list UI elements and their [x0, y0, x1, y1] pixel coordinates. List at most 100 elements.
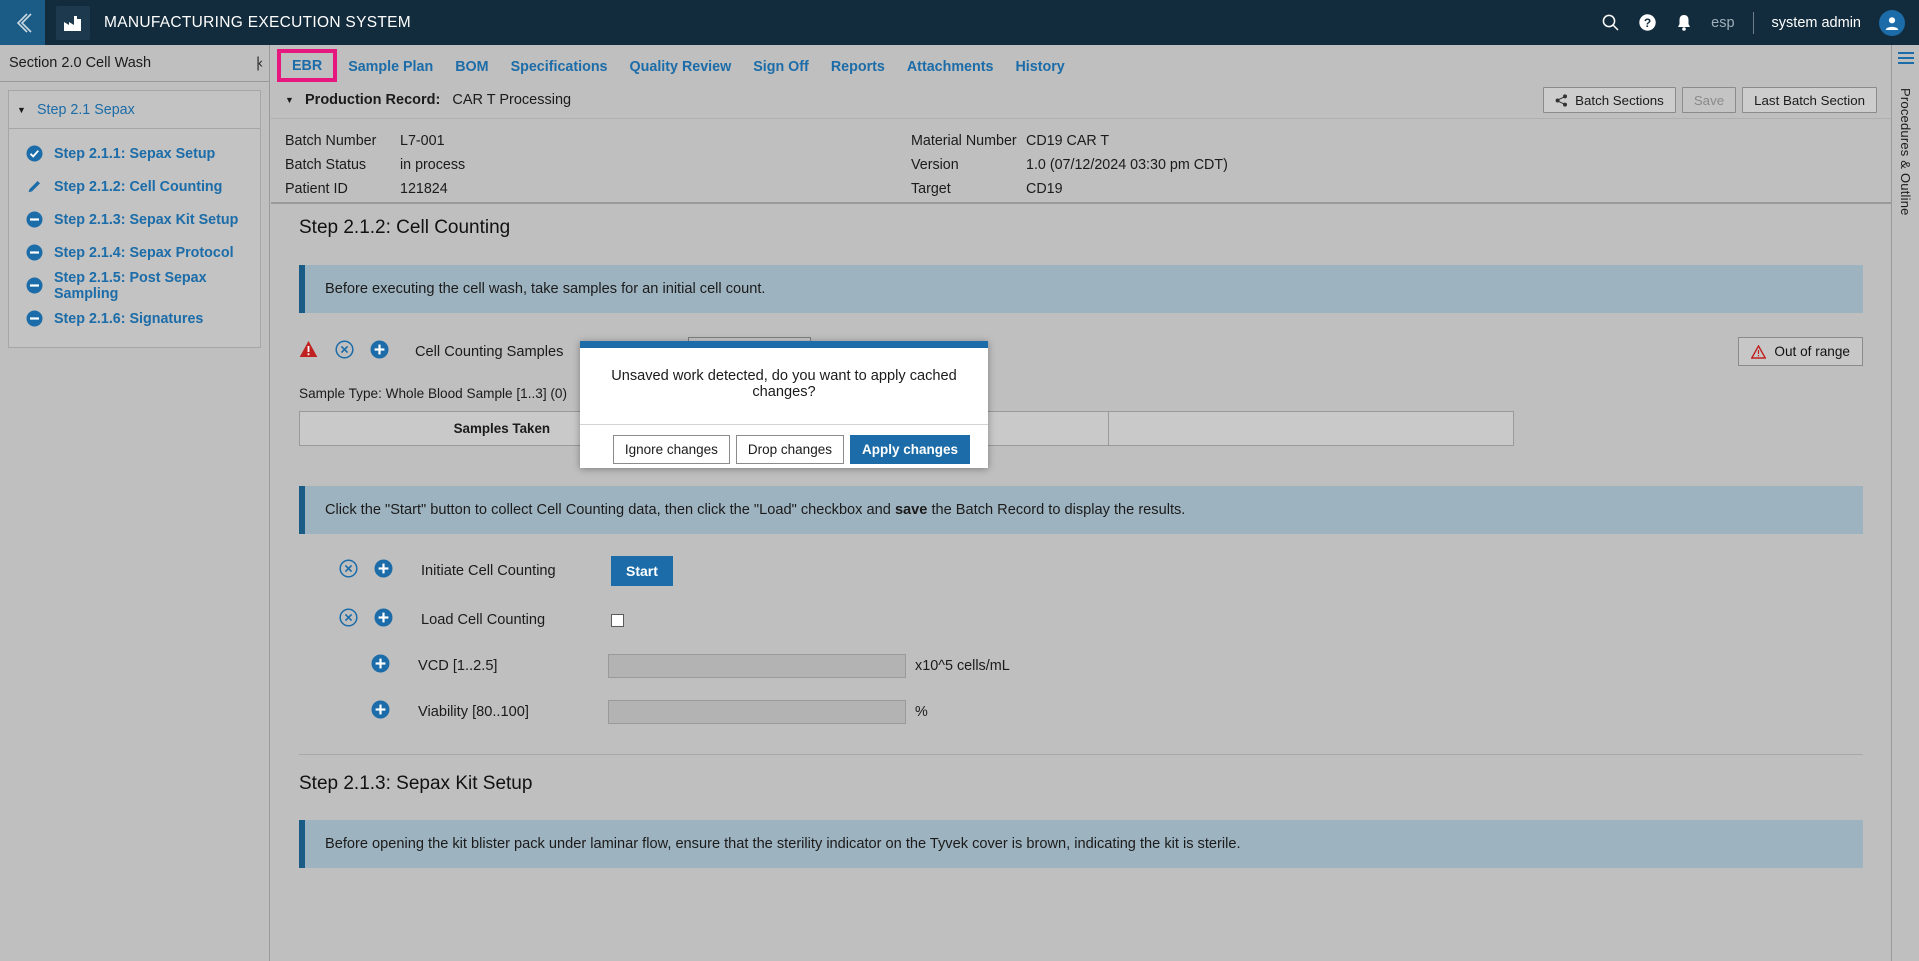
- sidebar-item-signatures[interactable]: Step 2.1.6: Signatures: [9, 302, 260, 335]
- tab-sign-off[interactable]: Sign Off: [742, 51, 820, 82]
- check-circle-icon: [26, 145, 43, 162]
- add-circle-icon[interactable]: [371, 700, 390, 724]
- field-value: CD19 CAR T: [1026, 133, 1110, 149]
- field-key: Target: [911, 181, 951, 197]
- add-circle-icon[interactable]: [371, 654, 390, 678]
- user-avatar-icon[interactable]: [1879, 9, 1905, 36]
- cancel-circle-icon[interactable]: [339, 559, 358, 583]
- add-circle-icon[interactable]: [370, 340, 389, 364]
- instructions-part-a: Click the "Start" button to collect Cell…: [325, 502, 895, 518]
- sidebar-item-label: Step 2.1.3: Sepax Kit Setup: [54, 211, 239, 228]
- collapse-sidebar-icon[interactable]: |‹: [256, 55, 263, 72]
- tab-attachments[interactable]: Attachments: [896, 51, 1005, 82]
- vcd-label: VCD [1..2.5]: [418, 658, 498, 674]
- save-label: Save: [1693, 92, 1725, 108]
- ignore-changes-button[interactable]: Ignore changes: [612, 435, 730, 464]
- field-key: Patient ID: [285, 181, 348, 197]
- add-circle-icon[interactable]: [374, 608, 393, 632]
- sidebar-group-title: Step 2.1 Sepax: [37, 101, 135, 118]
- tab-history[interactable]: History: [1004, 51, 1075, 82]
- header-divider: [1752, 11, 1754, 34]
- sidebar-item-cell-counting[interactable]: Step 2.1.2: Cell Counting: [9, 170, 260, 203]
- sidebar-item-sepax-kit-setup[interactable]: Step 2.1.3: Sepax Kit Setup: [9, 203, 260, 236]
- section-label-wrapper: Section 2.0 Cell Wash |‹: [0, 45, 270, 82]
- cell-counting-samples-label: Cell Counting Samples: [415, 343, 564, 360]
- field-value: in process: [400, 157, 466, 173]
- sidebar-item-post-sepax-sampling[interactable]: Step 2.1.5: Post Sepax Sampling: [9, 269, 260, 302]
- cancel-circle-icon[interactable]: [335, 339, 354, 364]
- tab-reports[interactable]: Reports: [820, 51, 896, 82]
- dialog-actions: Ignore changes Drop changes Apply change…: [580, 424, 988, 476]
- apply-changes-button[interactable]: Apply changes: [849, 435, 970, 464]
- table-header-3: [1109, 412, 1513, 445]
- record-field-patient-id: Patient ID 121824: [285, 177, 911, 201]
- field-initiate-cell-counting: Initiate Cell Counting Start: [299, 556, 1863, 586]
- minus-circle-icon: [26, 310, 43, 327]
- sidebar-item-sepax-protocol[interactable]: Step 2.1.4: Sepax Protocol: [9, 236, 260, 269]
- last-batch-section-label: Last Batch Section: [1754, 92, 1865, 108]
- initiate-cell-counting-label: Initiate Cell Counting: [421, 563, 556, 579]
- field-key: Material Number: [911, 133, 1017, 149]
- back-chevron-icon: [16, 12, 32, 33]
- procedures-outline-label[interactable]: Procedures & Outline: [1898, 88, 1913, 216]
- search-icon[interactable]: [1601, 13, 1620, 32]
- pencil-edit-icon: [26, 178, 43, 195]
- app-title: MANUFACTURING EXECUTION SYSTEM: [104, 13, 411, 31]
- back-button[interactable]: [0, 0, 45, 45]
- start-button[interactable]: Start: [611, 556, 673, 586]
- save-button[interactable]: Save: [1681, 87, 1737, 113]
- main-content: Step 2.1.2: Cell Counting Before executi…: [271, 204, 1891, 961]
- out-of-range-button[interactable]: Out of range: [1738, 337, 1863, 366]
- tab-specifications[interactable]: Specifications: [500, 51, 619, 82]
- notification-bell-icon[interactable]: [1675, 13, 1693, 32]
- tab-quality-review[interactable]: Quality Review: [619, 51, 743, 82]
- load-cell-counting-checkbox[interactable]: [611, 613, 624, 627]
- help-icon[interactable]: ?: [1638, 13, 1657, 32]
- add-circle-icon[interactable]: [374, 559, 393, 583]
- drop-changes-button[interactable]: Drop changes: [735, 435, 844, 464]
- field-value: CD19: [1026, 181, 1063, 197]
- field-load-cell-counting: Load Cell Counting: [299, 608, 1863, 632]
- tab-ebr[interactable]: EBR: [277, 49, 338, 82]
- field-key: Batch Number: [285, 133, 377, 149]
- tab-sample-plan[interactable]: Sample Plan: [337, 51, 444, 82]
- tab-bom[interactable]: BOM: [444, 51, 499, 82]
- language-selector[interactable]: esp: [1711, 15, 1734, 31]
- sidebar-item-list: Step 2.1.1: Sepax Setup Step 2.1.2: Cell…: [9, 129, 260, 347]
- viability-input[interactable]: [608, 700, 906, 724]
- field-vcd: VCD [1..2.5] x10^5 cells/mL: [299, 654, 1863, 678]
- info-box-intro: Before executing the cell wash, take sam…: [299, 265, 1863, 313]
- field-value: L7-001: [400, 133, 445, 149]
- record-fields-left: Batch Number L7-001 Batch Status in proc…: [271, 129, 911, 202]
- batch-sections-label: Batch Sections: [1575, 92, 1664, 108]
- sample-type-text: Sample Type: Whole Blood Sample [1..3] (…: [299, 386, 567, 401]
- minus-circle-icon: [26, 244, 43, 261]
- chevron-down-icon[interactable]: ▼: [285, 95, 299, 105]
- user-name[interactable]: system admin: [1772, 15, 1861, 31]
- top-header-bar: MANUFACTURING EXECUTION SYSTEM ? esp sys…: [0, 0, 1919, 45]
- field-key: Version: [911, 157, 959, 173]
- sidebar-group-step-2-1: ▼ Step 2.1 Sepax Step 2.1.1: Sepax Setup: [8, 90, 261, 348]
- viability-unit: %: [915, 704, 928, 720]
- last-batch-section-button[interactable]: Last Batch Section: [1742, 87, 1877, 113]
- sidebar-item-sepax-setup[interactable]: Step 2.1.1: Sepax Setup: [9, 137, 260, 170]
- menu-icon[interactable]: [1897, 51, 1915, 72]
- record-field-version: Version 1.0 (07/12/2024 03:30 pm CDT): [911, 153, 1228, 177]
- vcd-unit: x10^5 cells/mL: [915, 658, 1010, 674]
- production-record-name: CAR T Processing: [452, 92, 572, 108]
- chevron-down-icon: ▼: [17, 104, 26, 115]
- sidebar-group-header[interactable]: ▼ Step 2.1 Sepax: [9, 91, 260, 129]
- next-step-title: Step 2.1.3: Sepax Kit Setup: [299, 773, 533, 794]
- header-actions: ? esp system admin: [1601, 9, 1919, 36]
- warning-triangle-icon: [1751, 344, 1767, 359]
- sidebar-item-label: Step 2.1.6: Signatures: [54, 310, 204, 327]
- share-icon: [1555, 93, 1568, 107]
- minus-circle-icon: [26, 211, 43, 228]
- warning-triangle-icon[interactable]: [299, 340, 318, 363]
- cell-counting-samples-row: Cell Counting Samples Samples: 0 Create …: [299, 337, 1863, 366]
- right-rail: Procedures & Outline: [1891, 45, 1919, 961]
- production-record-label: Production Record:: [305, 92, 441, 108]
- vcd-input[interactable]: [608, 654, 906, 678]
- batch-sections-button[interactable]: Batch Sections: [1543, 87, 1676, 113]
- cancel-circle-icon[interactable]: [339, 608, 358, 632]
